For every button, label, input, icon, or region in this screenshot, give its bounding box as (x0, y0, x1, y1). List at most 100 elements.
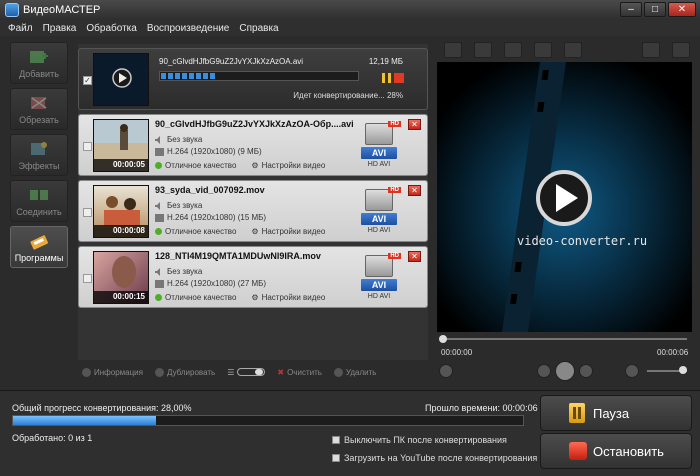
item-checkbox[interactable] (83, 274, 92, 283)
stop-label: Остановить (593, 443, 664, 459)
file-name: 128_NTI4M19QMTA1MDUwNl9IRA.mov (155, 251, 321, 261)
pause-button[interactable]: Пауза (540, 395, 692, 431)
stop-button[interactable]: Остановить (540, 433, 692, 469)
elapsed-time: Прошло времени: 00:00:06 (425, 403, 538, 413)
youtube-option[interactable]: Загрузить на YouTube после конвертирован… (332, 453, 537, 463)
list-item[interactable]: 00:00:08 93_syda_vid_007092.mov Без звук… (78, 180, 428, 242)
sidebar-join-button[interactable]: Соединить (10, 180, 68, 222)
speaker-icon (155, 135, 160, 144)
brightness-icon[interactable] (504, 42, 522, 58)
remove-item-button[interactable]: ✕ (408, 119, 421, 130)
sound-row: Без звука (155, 267, 202, 276)
prev-frame-button[interactable] (537, 364, 551, 378)
video-settings-icon[interactable] (534, 42, 552, 58)
cut-icon (31, 97, 47, 109)
list-toolbar: Информация Дублировать ☰ ✖ Очистить Удали… (78, 364, 428, 380)
youtube-label: Загрузить на YouTube после конвертирован… (344, 453, 538, 463)
codec-label: H.264 (1920x1080) (27 МБ) (167, 279, 267, 288)
youtube-checkbox[interactable] (332, 454, 340, 462)
add-film-icon (30, 51, 48, 63)
stop-item-icon[interactable] (394, 73, 404, 83)
menu-edit[interactable]: Правка (43, 23, 77, 34)
preview-watermark: video-converter.ru (517, 234, 648, 248)
delete-icon (333, 367, 343, 377)
sidebar-add-button[interactable]: Добавить (10, 42, 68, 84)
pause-item-icon[interactable] (382, 73, 391, 83)
pause-icon (569, 403, 585, 423)
settings-link[interactable]: Настройки видео (262, 161, 326, 170)
video-thumbnail: 00:00:15 (93, 251, 149, 304)
list-item[interactable]: 00:00:05 90_cGlvdHJfbG9uZ2JvYXJkXzAzOA-О… (78, 114, 428, 176)
remove-item-button[interactable]: ✕ (408, 251, 421, 262)
snapshot-icon[interactable] (474, 42, 492, 58)
settings-link[interactable]: Настройки видео (262, 293, 326, 302)
snapshot-button[interactable] (439, 364, 453, 378)
clear-button[interactable]: ✖ Очистить (277, 368, 322, 377)
format-name: AVI (361, 279, 397, 291)
duration: 00:00:08 (94, 225, 148, 237)
settings-link[interactable]: Настройки видео (262, 227, 326, 236)
fullscreen-icon[interactable] (672, 42, 690, 58)
window-title: ВидеоМАСТЕР (23, 4, 101, 16)
shutdown-checkbox[interactable] (332, 436, 340, 444)
volume-handle[interactable] (679, 366, 687, 374)
preview-toolbar (440, 40, 690, 60)
converting-progress-bar (159, 71, 359, 81)
menu-playback[interactable]: Воспроизведение (147, 23, 230, 34)
sidebar-programs-button[interactable]: Программы (10, 226, 68, 268)
item-checkbox[interactable] (83, 142, 92, 151)
item-checkbox[interactable] (83, 208, 92, 217)
info-label: Информация (94, 367, 143, 377)
menu-process[interactable]: Обработка (86, 23, 136, 34)
quality-label: Отличное качество (165, 227, 237, 236)
play-button[interactable] (555, 361, 575, 381)
sound-label: Без звука (167, 267, 203, 276)
seek-handle[interactable] (439, 335, 447, 343)
total-progress-label: Общий прогресс конвертирования: 28,00% (12, 403, 192, 413)
gif-icon[interactable] (642, 42, 660, 58)
item-checkbox[interactable]: ✓ (83, 76, 92, 85)
view-toggle[interactable]: ☰ (227, 368, 266, 377)
sidebar-effects-button[interactable]: Эффекты (10, 134, 68, 176)
shutdown-option[interactable]: Выключить ПК после конвертирования (332, 435, 507, 445)
thumbnail-scene (120, 124, 128, 150)
format-label: HD AVI (367, 161, 391, 168)
view-toggle-switch[interactable] (237, 368, 266, 376)
sound-label: Без звука (167, 135, 203, 144)
seek-bar[interactable] (437, 334, 692, 344)
info-button[interactable]: Информация (82, 367, 143, 377)
volume-icon[interactable] (625, 364, 639, 378)
gear-icon: ⚙ (251, 293, 259, 302)
next-frame-button[interactable] (579, 364, 593, 378)
duration: 00:00:15 (94, 291, 148, 303)
hd-badge: HD (388, 121, 401, 127)
maximize-button[interactable]: □ (644, 2, 666, 17)
menu-help[interactable]: Справка (239, 23, 278, 34)
list-item-converting[interactable]: ✓ 90_cGlvdHJfbG9uZ2JvYXJkXzAzOA.avi 12,1… (78, 48, 428, 110)
clear-icon: ✖ (277, 367, 285, 377)
total-time: 00:00:06 (657, 348, 689, 357)
effects-icon (31, 142, 47, 155)
seek-track[interactable] (441, 338, 687, 340)
speaker-icon (155, 201, 160, 210)
video-preview[interactable]: video-converter.ru (437, 62, 692, 332)
gear-icon: ⚙ (251, 227, 259, 236)
quality-dot-icon (155, 162, 162, 169)
film-icon (155, 147, 164, 156)
close-window-button[interactable]: ✕ (668, 2, 696, 17)
duplicate-button[interactable]: Дублировать (154, 367, 215, 377)
quality-row: Отличное качество ⚙ Настройки видео (155, 161, 325, 170)
codec-row: H.264 (1920x1080) (27 МБ) (155, 279, 266, 288)
programs-icon (30, 235, 49, 250)
remove-item-button[interactable]: ✕ (408, 185, 421, 196)
minimize-button[interactable]: – (620, 2, 642, 17)
filmstrip-icon[interactable] (444, 42, 462, 58)
list-item[interactable]: 00:00:15 128_NTI4M19QMTA1MDUwNl9IRA.mov … (78, 246, 428, 308)
format-name: AVI (361, 147, 397, 159)
speed-icon[interactable] (564, 42, 582, 58)
sidebar-cut-button[interactable]: Обрезать (10, 88, 68, 130)
delete-button[interactable]: Удалить (333, 367, 376, 377)
menu-file[interactable]: Файл (8, 23, 33, 34)
title-bar: ВидеоМАСТЕР – □ ✕ (0, 0, 700, 20)
hd-badge: HD (388, 253, 401, 259)
